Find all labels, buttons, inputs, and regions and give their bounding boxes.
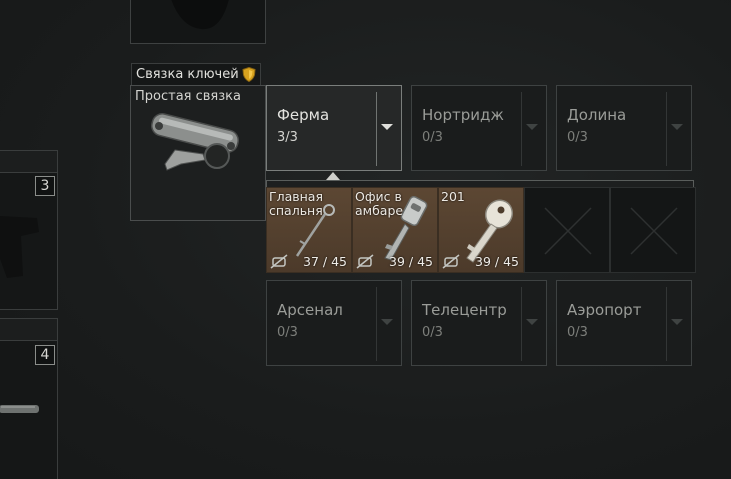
cell-header <box>0 151 57 173</box>
slot-count: 0/3 <box>422 130 443 145</box>
suppressor-icon <box>0 405 39 413</box>
chevron-down-icon[interactable] <box>381 319 393 325</box>
slot-tv-center[interactable]: Телецентр 0/3 <box>411 280 547 366</box>
slot-label: Нортридж <box>422 106 504 124</box>
slot-divider <box>521 287 522 361</box>
slot-count: 0/3 <box>422 325 443 340</box>
key-name: 201 <box>441 189 465 204</box>
stash-cell-pistol[interactable]: 3 <box>0 150 58 310</box>
stash-item-partial[interactable] <box>130 0 266 44</box>
keychain-name: Простая связка <box>135 89 241 104</box>
keychain-icon <box>151 113 239 171</box>
slot-arsenal[interactable]: Арсенал 0/3 <box>266 280 402 366</box>
slot-divider <box>666 92 667 166</box>
slot-farm[interactable]: Ферма 3/3 <box>266 85 402 171</box>
slot-label: Арсенал <box>277 301 343 319</box>
slot-label: Долина <box>567 106 627 124</box>
key-uses: 39 / 45 <box>389 254 433 269</box>
shield-icon <box>242 67 256 82</box>
stash-cell-suppressor[interactable]: 4 <box>0 318 58 479</box>
slot-divider <box>376 287 377 361</box>
key-slot-empty[interactable] <box>610 187 696 273</box>
key-slot-1[interactable]: Главная спальня 37 / 45 <box>266 187 352 273</box>
keychain-title-text: Связка ключей <box>136 67 239 82</box>
slot-count: 3/3 <box>277 130 298 145</box>
key-slot-2[interactable]: Офис в амбаре 39 / 45 <box>352 187 438 273</box>
chevron-down-icon[interactable] <box>526 124 538 130</box>
slot-airport[interactable]: Аэропорт 0/3 <box>556 280 692 366</box>
dropdown-pointer <box>326 172 340 180</box>
slot-valley[interactable]: Долина 0/3 <box>556 85 692 171</box>
keychain-item[interactable]: Простая связка <box>130 85 266 221</box>
empty-slot-x-icon <box>630 207 678 255</box>
key-slot-empty[interactable] <box>524 187 610 273</box>
slot-divider <box>521 92 522 166</box>
slot-divider <box>376 92 377 166</box>
chevron-down-icon[interactable] <box>671 319 683 325</box>
no-insurance-icon <box>442 254 460 269</box>
count-badge: 3 <box>35 176 55 196</box>
cell-header <box>0 319 57 341</box>
keychain-title: Связка ключей <box>131 63 261 85</box>
key-uses: 37 / 45 <box>303 254 347 269</box>
key-uses: 39 / 45 <box>475 254 519 269</box>
key-slot-3[interactable]: 201 39 / 45 <box>438 187 524 273</box>
slot-northridge[interactable]: Нортридж 0/3 <box>411 85 547 171</box>
slot-count: 0/3 <box>567 130 588 145</box>
chevron-down-icon[interactable] <box>671 124 683 130</box>
slot-count: 0/3 <box>277 325 298 340</box>
slot-label: Аэропорт <box>567 301 642 319</box>
chevron-down-icon[interactable] <box>381 124 393 130</box>
key-name: Главная спальня <box>269 189 323 218</box>
item-image <box>171 0 229 30</box>
pistol-icon <box>0 216 39 278</box>
slot-divider <box>666 287 667 361</box>
no-insurance-icon <box>356 254 374 269</box>
key-strip-frame <box>266 180 694 187</box>
slot-label: Ферма <box>277 106 330 124</box>
count-badge: 4 <box>35 345 55 365</box>
chevron-down-icon[interactable] <box>526 319 538 325</box>
key-name: Офис в амбаре <box>355 189 404 218</box>
no-insurance-icon <box>270 254 288 269</box>
empty-slot-x-icon <box>544 207 592 255</box>
slot-count: 0/3 <box>567 325 588 340</box>
slot-label: Телецентр <box>422 301 507 319</box>
